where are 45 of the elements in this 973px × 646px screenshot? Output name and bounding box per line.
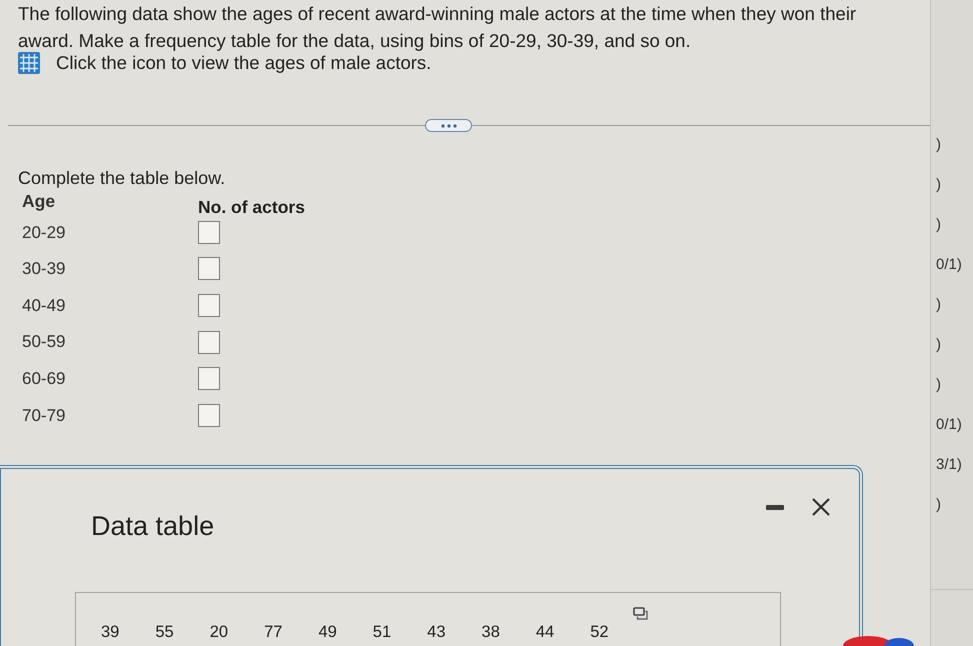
age-range-label: 20-29 — [22, 222, 66, 244]
score-text: ) — [935, 375, 941, 395]
age-range-label: 40-49 — [22, 294, 66, 317]
data-value: 55 — [155, 622, 174, 642]
score-text: 0/1) — [935, 415, 962, 435]
data-value: 20 — [210, 622, 228, 642]
data-value: 38 — [482, 622, 500, 642]
age-range-label: 30-39 — [22, 258, 66, 280]
data-value: 49 — [318, 622, 337, 642]
data-value: 44 — [536, 622, 554, 642]
data-value: 39 — [101, 622, 120, 642]
question-text: The following data show the ages of recent award-winning male actors at the time when they won their award. Make a frequency table for the data, using bins of 20-29, 30-39, and so on. — [17, 2, 858, 53]
column-header: Age — [22, 190, 56, 212]
data-value: 51 — [372, 622, 392, 642]
column-header: No. of actors — [198, 196, 305, 218]
more-button[interactable] — [425, 119, 472, 132]
score-text: ) — [935, 335, 941, 355]
answer-box[interactable] — [198, 367, 220, 390]
close-icon — [811, 497, 831, 517]
score-text: 0/1) — [935, 255, 962, 275]
answer-box[interactable] — [198, 220, 220, 244]
age-range-label: 50-59 — [22, 331, 66, 354]
score-text: ) — [935, 295, 941, 315]
answer-box[interactable] — [198, 257, 220, 280]
data-value: 43 — [427, 622, 446, 642]
dialog-title: Data table — [91, 510, 214, 542]
score-text: ) — [935, 175, 941, 195]
score-text: ) — [935, 215, 941, 235]
data-value: 52 — [590, 622, 609, 642]
copy-icon[interactable] — [633, 607, 648, 620]
answer-box[interactable] — [198, 330, 220, 354]
answer-box[interactable] — [198, 404, 220, 427]
answer-box[interactable] — [198, 294, 220, 317]
score-text: ) — [935, 495, 941, 515]
minimize-icon — [766, 504, 784, 510]
ellipsis-icon — [440, 124, 456, 128]
score-text: 3/1) — [935, 455, 962, 475]
round-button[interactable] — [884, 638, 914, 646]
score-text: ) — [935, 135, 941, 155]
hint-text: Click the icon to view the ages of male actors. — [56, 51, 432, 75]
data-value: 77 — [264, 622, 282, 642]
instruction-text: Complete the table below. — [18, 167, 226, 190]
table-icon[interactable] — [18, 52, 40, 74]
age-range-label: 60-69 — [22, 368, 66, 390]
age-range-label: 70-79 — [22, 404, 66, 427]
